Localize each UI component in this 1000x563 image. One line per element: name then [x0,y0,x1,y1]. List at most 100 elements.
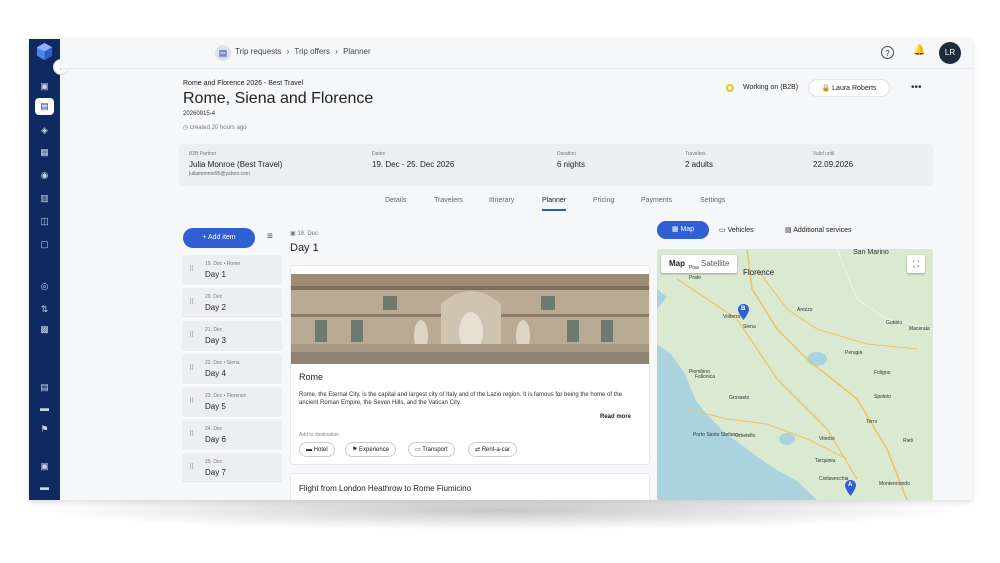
app-logo-icon[interactable] [35,42,54,61]
tab-payments[interactable]: Payments [641,197,672,204]
taxi-icon[interactable]: ▬ [39,482,50,493]
drag-handle-icon[interactable]: ⠿ [189,331,194,339]
trip-code: 20260915-4 [183,111,216,117]
hotel-chip[interactable]: ▬ Hotel [299,442,335,457]
tab-pricing[interactable]: Pricing [593,197,614,204]
satellite-view-button[interactable]: Satellite [693,255,737,273]
side-rail: ▣ ▤ ◈ ▦ ◉ ▥ ◫ ▢ ◎ ⇅ ▩ ▤ ▬ ⚑ ▣ ▬ [29,39,60,500]
created-time: ◷ created 20 hours ago [183,124,247,131]
drag-handle-icon[interactable]: ⠿ [189,265,194,273]
additional-services-tab[interactable]: ▤ Additional services [785,226,852,234]
read-more-link[interactable]: Read more [600,414,631,420]
map-label-gubbio: Gubbio [886,320,903,326]
chevron-right-icon: › [335,47,338,56]
day-item-2[interactable]: ⠿ 20. Dec Day 2 [182,288,282,319]
map-marker-a-label: A [848,482,853,488]
drag-handle-icon[interactable]: ⠿ [189,463,194,471]
day-item-6[interactable]: ⠿ 24. Dec Day 6 [182,420,282,451]
breadcrumb-trip-offers[interactable]: Trip offers [294,47,330,56]
fullscreen-icon[interactable]: ⛶ [907,255,925,273]
filter-icon[interactable]: ≡ [267,231,273,242]
tab-settings[interactable]: Settings [700,197,725,204]
vehicles-tab[interactable]: ▭ Vehicles [719,226,754,234]
day-item-1[interactable]: ⠿ 19. Dec • Rome Day 1 [182,255,282,286]
dashboard-icon[interactable]: ▣ [39,81,50,92]
day-name: Day 1 [205,270,226,279]
tab-details[interactable]: Details [385,197,406,204]
day-item-5[interactable]: ⠿ 23. Dec • Florence Day 5 [182,387,282,418]
help-icon[interactable]: ? [881,46,894,59]
car-icon[interactable]: ▬ [39,403,50,414]
experience-chip[interactable]: ⚑ Experience [345,442,397,457]
info-label: Travelers [685,151,706,157]
destination-description: Rome, the Eternal City, is the capital a… [299,392,623,406]
map-label-viterbo: Viterbo [819,436,835,442]
breadcrumb-trip-requests[interactable]: Trip requests [235,47,281,56]
flag-small-icon: ⚑ [352,447,360,453]
info-valid-until: Valid until 22.09.2026 [813,151,853,169]
chip-label: Hotel [313,447,328,453]
info-value: 22.09.2026 [813,160,854,169]
tab-itinerary[interactable]: Itinerary [489,197,514,204]
breadcrumb: Trip requests › Trip offers › Planner [235,47,374,56]
info-value: Julia Monroe (Best Travel) [189,160,283,169]
transport-chip[interactable]: ▭ Transport [408,442,455,457]
map-label-florence: Florence [743,268,775,277]
more-options-icon[interactable]: ••• [911,82,922,93]
trips-icon[interactable]: ▤ [35,98,54,115]
drag-handle-icon[interactable]: ⠿ [189,397,194,405]
map-label-perugia: Perugia [845,350,863,356]
map-label-monterotondo: Monterotondo [879,481,910,487]
day-date: 24. Dec [205,426,223,432]
chip-label: Experience [359,447,390,453]
breadcrumb-planner: Planner [343,47,371,56]
day-name: Day 5 [205,402,226,411]
chip-label: Transport [422,447,448,453]
day-date: 23. Dec • Florence [205,393,247,399]
map-label-arezzo: Arezzo [797,307,813,313]
flight-card[interactable]: Flight from London Heathrow to Rome Fium… [290,473,650,500]
location-icon[interactable]: ◎ [39,281,50,292]
bus-icon[interactable]: ▩ [39,324,50,335]
info-duration: Duration 6 nights [557,151,585,169]
notification-bell-icon[interactable]: 🔔 [913,45,925,56]
day-name: Day 3 [205,336,226,345]
drag-handle-icon[interactable]: ⠿ [189,364,194,372]
chat-icon[interactable]: ◫ [39,216,50,227]
drag-handle-icon[interactable]: ⠿ [189,298,194,306]
day-item-7[interactable]: ⠿ 25. Dec Day 7 [182,453,282,484]
map-label-foligno: Foligno [874,370,891,376]
map-tab-label: Map [680,226,695,233]
day-item-3[interactable]: ⠿ 21. Dec Day 3 [182,321,282,352]
drag-handle-icon[interactable]: ⠿ [189,430,194,438]
day-item-4[interactable]: ⠿ 22. Dec • Siena Day 4 [182,354,282,385]
suitcase-icon[interactable]: ▥ [39,193,50,204]
flight-title: Flight from London Heathrow to Rome Fium… [299,484,472,493]
map-label-siena: Siena [743,324,756,330]
info-value: 2 adults [685,160,714,169]
transfer-icon[interactable]: ⇅ [39,304,50,315]
add-item-button[interactable]: + Add item [183,228,255,248]
calendar-icon[interactable]: ▢ [39,239,50,250]
lock-icon: 🔒 [821,85,833,92]
reports-icon[interactable]: ▤ [39,382,50,393]
status-text[interactable]: Working on (B2B) [743,84,798,91]
tab-planner[interactable]: Planner [542,197,567,211]
destination-name: Rome [299,372,324,382]
day-date: 20. Dec [205,294,223,300]
chip-label: Rent-a-car [481,447,511,453]
contacts-icon[interactable]: ◉ [39,170,50,181]
owner-button[interactable]: 🔒 Laura Roberts [808,79,890,97]
rent-a-car-chip[interactable]: ⇄ Rent-a-car [468,442,518,457]
flag-icon[interactable]: ⚑ [39,424,50,435]
avatar[interactable]: LR [939,42,961,64]
tickets-icon[interactable]: ▦ [39,147,50,158]
add-to-destination-label: Add to destination [299,432,340,438]
places-icon[interactable]: ◈ [39,125,50,136]
vehicle-icon[interactable]: ▣ [39,461,50,472]
day-date: 21. Dec [205,327,223,333]
vehicles-label: Vehicles [727,227,754,234]
tab-travelers[interactable]: Travelers [434,197,463,204]
info-partner: B2B Partner Julia Monroe (Best Travel) j… [189,151,282,177]
map-tab-button[interactable]: ▦ Map [657,221,709,239]
